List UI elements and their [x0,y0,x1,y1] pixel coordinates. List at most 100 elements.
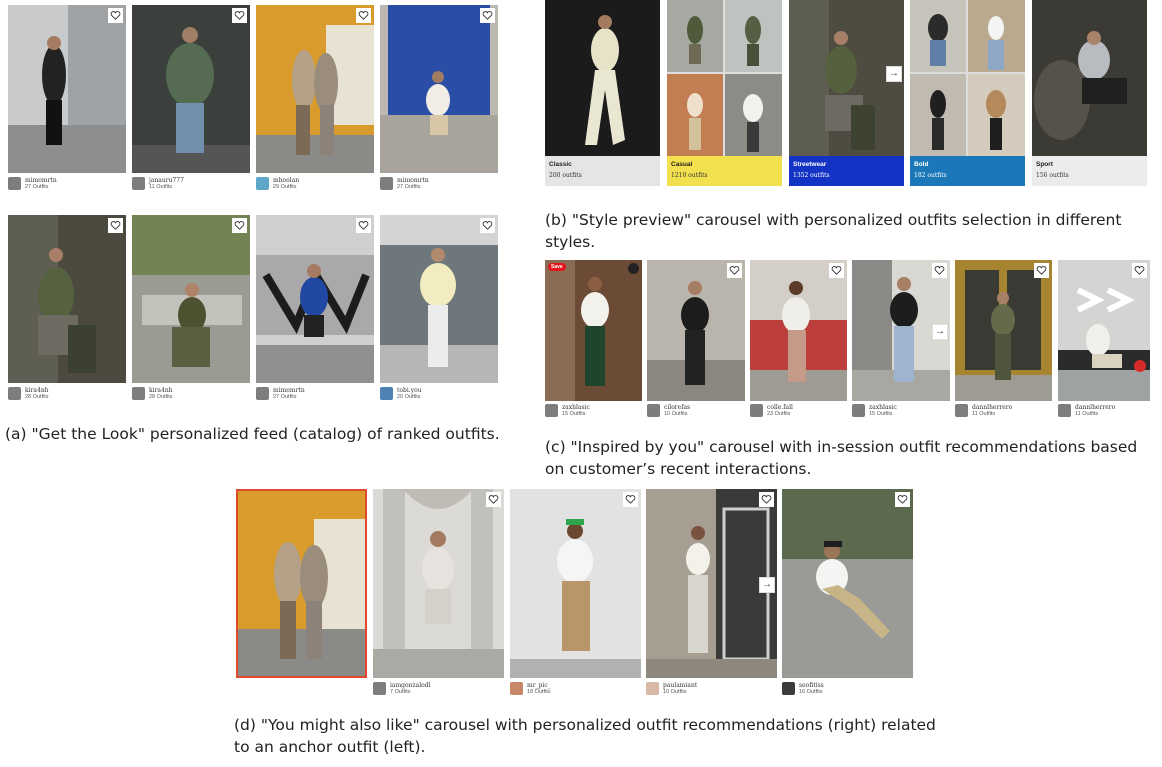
avatar[interactable] [8,177,21,190]
avatar[interactable] [380,387,393,400]
avatar[interactable] [545,404,558,417]
outfit-card[interactable] [782,489,913,678]
username[interactable]: zaxhlasic [562,404,590,411]
heart-icon[interactable] [623,492,638,507]
outfit-meta: zaxhlasic 15 Outfits [852,404,950,422]
outfit-count: 16 Outfits [799,689,823,695]
heart-icon[interactable] [108,8,123,23]
heart-icon[interactable] [1132,263,1147,278]
outfit-count: 29 Outfits [273,184,297,190]
username[interactable]: tobi.you [397,387,422,394]
outfit-count: 10 Outfits [663,689,687,695]
heart-icon[interactable] [232,8,247,23]
heart-icon[interactable] [232,218,247,233]
username[interactable]: zaxhlasic [869,404,897,411]
heart-icon[interactable] [480,218,495,233]
username[interactable]: janauru777 [149,177,184,184]
heart-icon[interactable] [486,492,501,507]
username[interactable]: cilorefas [664,404,690,411]
avatar[interactable] [782,682,795,695]
username[interactable]: kira4nh [149,387,173,394]
outfit-count: 15 Outfits [562,411,586,417]
username[interactable]: colle.fall [767,404,793,411]
heart-icon[interactable] [108,218,123,233]
figure-caption: (c) "Inspired by you" carousel with in-s… [545,438,1138,478]
outfit-card[interactable] [380,5,498,173]
outfit-card[interactable] [256,215,374,383]
avatar[interactable] [750,404,763,417]
style-name: Bold [914,161,929,168]
avatar[interactable] [647,404,660,417]
username[interactable]: iamgonzalodl [390,682,431,689]
avatar[interactable] [8,387,21,400]
heart-icon[interactable] [356,8,371,23]
outfit-count: 7 Outfits [390,689,411,695]
outfit-card[interactable] [8,215,126,383]
avatar[interactable] [646,682,659,695]
outfit-meta: tobi.you 20 Outfits [380,387,498,405]
style-card-classic[interactable]: Classic 200 outfits [545,0,660,186]
outfit-card[interactable]: Save [545,260,642,401]
outfit-card[interactable] [647,260,745,401]
style-card-sport[interactable]: Sport 156 outfits [1032,0,1147,186]
username[interactable]: kira4nh [25,387,49,394]
outfit-card[interactable] [380,215,498,383]
style-card-bold[interactable]: Bold 182 outfits [910,0,1025,186]
outfit-card[interactable] [8,5,126,173]
outfit-count: 27 Outfits [25,184,49,190]
style-card-casual[interactable]: Casual 1210 outfits [667,0,782,186]
outfit-card[interactable] [510,489,641,678]
arrow-right-icon[interactable]: → [932,324,948,340]
username[interactable]: seofitiss [799,682,824,689]
username[interactable]: mr_pic_ [527,682,551,689]
avatar[interactable] [852,404,865,417]
avatar[interactable] [256,177,269,190]
heart-icon[interactable] [759,492,774,507]
avatar[interactable] [256,387,269,400]
outfit-card[interactable] [750,260,847,401]
username[interactable]: mhoolan [273,177,299,184]
avatar[interactable] [955,404,968,417]
heart-icon[interactable] [1034,263,1049,278]
username[interactable]: mimomrtn [25,177,57,184]
arrow-right-icon[interactable]: → [759,577,775,593]
heart-icon[interactable] [480,8,495,23]
username[interactable]: paulamiant [663,682,697,689]
outfit-card[interactable] [955,260,1052,401]
username[interactable]: dannlherrero [972,404,1012,411]
avatar[interactable] [132,387,145,400]
outfit-count: 11 Outfits [972,411,996,417]
heart-icon[interactable] [895,492,910,507]
avatar[interactable] [510,682,523,695]
style-card-streetwear[interactable]: → Streetwear 1352 outfits [789,0,904,186]
outfit-card[interactable] [373,489,504,678]
username[interactable]: mimomrtn [397,177,429,184]
avatar[interactable] [380,177,393,190]
avatar[interactable] [132,177,145,190]
outfit-card[interactable]: → [852,260,950,401]
avatar[interactable] [1058,404,1071,417]
heart-icon[interactable] [932,263,947,278]
username[interactable]: mimomrtn [273,387,305,394]
outfit-count: 15 Outfits [869,411,893,417]
outfit-meta: kira4nh 28 Outfits [8,387,126,405]
save-status-icon[interactable] [628,263,639,274]
heart-icon[interactable] [356,218,371,233]
outfit-card[interactable] [132,215,250,383]
avatar[interactable] [373,682,386,695]
outfit-card[interactable] [256,5,374,173]
style-name: Sport [1036,161,1053,168]
arrow-right-icon[interactable]: → [886,66,902,82]
outfit-card[interactable] [1058,260,1150,401]
outfit-count: 11 Outfits [1075,411,1099,417]
style-count: 156 outfits [1036,172,1069,179]
anchor-highlight [236,489,367,678]
save-badge[interactable]: Save [548,263,566,271]
username[interactable]: dannlherrero [1075,404,1115,411]
style-name: Classic [549,161,572,168]
outfit-card[interactable]: → [646,489,777,678]
heart-icon[interactable] [727,263,742,278]
outfit-card[interactable] [132,5,250,173]
heart-icon[interactable] [829,263,844,278]
anchor-outfit-card[interactable] [236,489,367,678]
